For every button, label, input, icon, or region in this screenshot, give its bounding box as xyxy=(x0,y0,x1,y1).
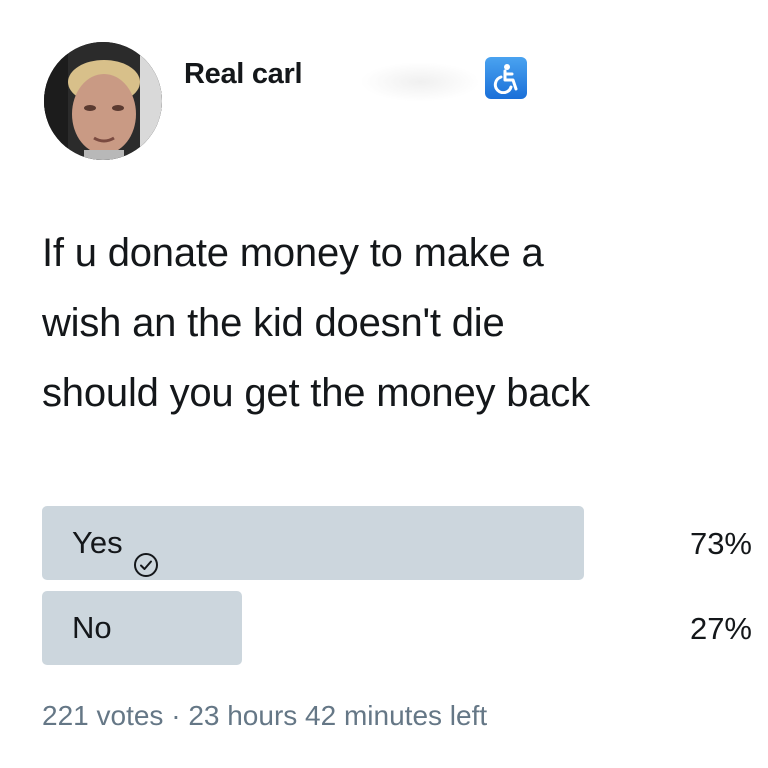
wheelchair-accessibility-icon xyxy=(485,57,527,99)
tweet-text: If u donate money to make a wish an the … xyxy=(42,231,590,415)
poll-label-yes: Yes xyxy=(72,506,159,580)
redacted-handle xyxy=(360,62,480,102)
poll-option-label: Yes xyxy=(72,525,123,560)
poll-meta: 221 votes · 23 hours 42 minutes left xyxy=(42,700,487,732)
poll-label-no: No xyxy=(72,591,112,665)
display-name[interactable]: Real carl xyxy=(184,58,303,91)
vote-count: 221 votes xyxy=(42,700,164,731)
poll-option-no[interactable]: No 27% xyxy=(42,591,752,665)
poll-option-label: No xyxy=(72,610,112,645)
poll-percent-yes: 73% xyxy=(689,526,752,561)
separator-dot: · xyxy=(171,700,181,731)
poll-percent-no: 27% xyxy=(689,611,752,646)
poll-option-yes[interactable]: Yes 73% xyxy=(42,506,752,580)
time-left: 23 hours 42 minutes left xyxy=(188,700,488,731)
check-circle-icon xyxy=(133,530,159,577)
avatar[interactable] xyxy=(44,42,162,160)
